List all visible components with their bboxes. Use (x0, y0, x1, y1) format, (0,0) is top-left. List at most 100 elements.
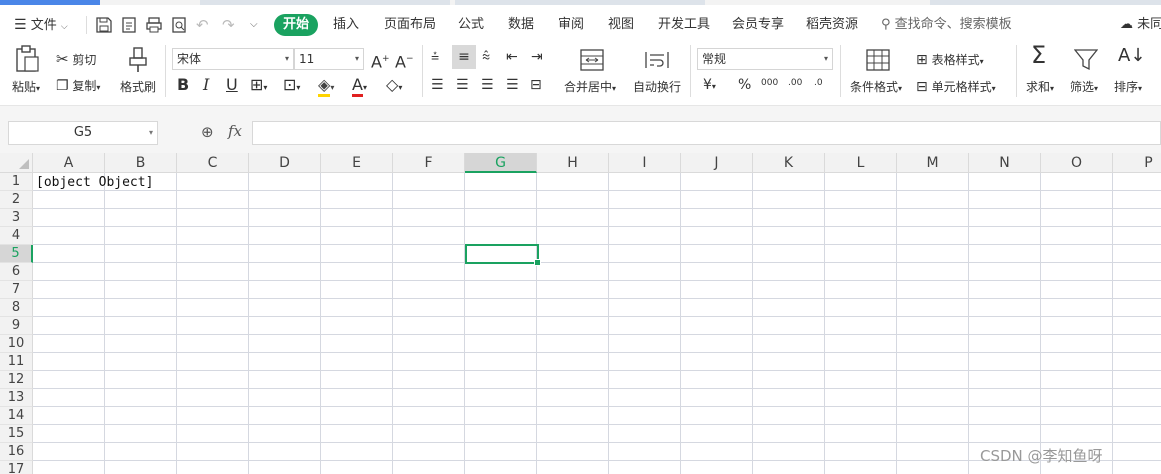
row-header-12[interactable]: 12 (0, 371, 33, 389)
quick-access-more-icon[interactable]: ⌵ (250, 15, 258, 35)
select-all-corner[interactable] (0, 153, 33, 173)
row-header-7[interactable]: 7 (0, 281, 33, 299)
row-header-3[interactable]: 3 (0, 209, 33, 227)
row-header-9[interactable]: 9 (0, 317, 33, 335)
column-header-h[interactable]: H (537, 153, 609, 173)
column-header-a[interactable]: A (33, 153, 105, 173)
column-header-j[interactable]: J (681, 153, 753, 173)
column-header-m[interactable]: M (897, 153, 969, 173)
tab-home[interactable]: 开始 (274, 14, 318, 36)
column-header-p[interactable]: P (1113, 153, 1161, 173)
column-header-f[interactable]: F (393, 153, 465, 173)
export-pdf-icon[interactable] (120, 16, 138, 34)
paste-icon[interactable] (14, 45, 40, 73)
column-header-g[interactable]: G (465, 153, 537, 173)
cell-style-icon[interactable]: ⊡▾ (283, 75, 300, 98)
command-search[interactable]: ⚲ 查找命令、搜索模板 (881, 15, 1012, 35)
column-header-i[interactable]: I (609, 153, 681, 173)
row-header-15[interactable]: 15 (0, 425, 33, 443)
print-icon[interactable] (145, 16, 163, 34)
tab-review[interactable]: 审阅 (558, 15, 584, 35)
name-box[interactable]: G5 ▾ (8, 121, 158, 145)
copy-button[interactable]: ❐ 复制▾ (56, 77, 100, 94)
row-header-10[interactable]: 10 (0, 335, 33, 353)
clear-format-icon[interactable]: ◇▾ (386, 75, 402, 98)
wrap-text-button[interactable]: 自动换行 (633, 78, 681, 95)
tab-view[interactable]: 视图 (608, 15, 634, 35)
italic-icon[interactable]: I (203, 75, 209, 95)
align-top-icon[interactable]: ⩮ (431, 47, 439, 67)
number-format-select[interactable]: 常规 ▾ (697, 48, 833, 70)
row-header-1[interactable]: 1 (0, 173, 33, 191)
format-painter-button[interactable]: 格式刷 (120, 78, 156, 95)
formula-input[interactable] (252, 121, 1161, 145)
align-bottom-icon[interactable]: ⩯ (482, 47, 490, 67)
paste-button[interactable]: 粘贴▾ (12, 78, 40, 95)
active-cell-selection[interactable] (465, 244, 541, 266)
bold-icon[interactable]: B (177, 75, 189, 95)
font-color-icon[interactable]: A▾ (352, 75, 367, 98)
fx-icon[interactable]: fx (228, 122, 242, 140)
thousands-separator-icon[interactable]: 000 (761, 73, 778, 93)
format-painter-icon[interactable] (128, 46, 148, 74)
tab-data[interactable]: 数据 (508, 15, 534, 35)
row-header-5[interactable]: 5 (0, 245, 33, 263)
increase-font-icon[interactable]: A+ (371, 49, 390, 72)
column-header-n[interactable]: N (969, 153, 1041, 173)
save-icon[interactable] (95, 16, 113, 34)
column-header-l[interactable]: L (825, 153, 897, 173)
row-header-6[interactable]: 6 (0, 263, 33, 281)
row-header-17[interactable]: 17 (0, 461, 33, 474)
cell-a1[interactable]: [object Object] (36, 175, 153, 191)
sum-button[interactable]: 求和▾ (1026, 78, 1054, 95)
merge-center-button[interactable]: 合并居中▾ (564, 78, 616, 95)
conditional-format-icon[interactable] (866, 49, 890, 71)
tab-formulas[interactable]: 公式 (458, 15, 484, 35)
row-header-14[interactable]: 14 (0, 407, 33, 425)
row-header-11[interactable]: 11 (0, 353, 33, 371)
decrease-indent-icon[interactable]: ⇤ (506, 47, 518, 67)
distribute-icon[interactable]: ⊟ (530, 75, 542, 95)
cut-button[interactable]: ✂ 剪切 (56, 50, 96, 68)
font-size-select[interactable]: 11 ▾ (294, 48, 364, 70)
merge-center-icon[interactable] (580, 49, 604, 71)
conditional-format-button[interactable]: 条件格式▾ (850, 78, 902, 95)
border-icon[interactable]: ⊞▾ (250, 75, 267, 98)
column-header-k[interactable]: K (753, 153, 825, 173)
underline-icon[interactable]: U (226, 75, 238, 95)
column-header-e[interactable]: E (321, 153, 393, 173)
increase-decimal-icon[interactable]: .00 (788, 73, 802, 93)
tab-member[interactable]: 会员专享 (732, 15, 784, 35)
column-header-c[interactable]: C (177, 153, 249, 173)
align-middle-icon[interactable]: ≡ (452, 45, 476, 69)
undo-icon[interactable]: ↶ (196, 15, 209, 35)
filter-icon[interactable] (1074, 49, 1098, 71)
table-style-button[interactable]: ⊞ 表格样式▾ (916, 51, 984, 68)
zoom-formula-icon[interactable]: ⊕ (201, 123, 214, 141)
row-header-4[interactable]: 4 (0, 227, 33, 245)
increase-indent-icon[interactable]: ⇥ (531, 47, 543, 67)
percent-icon[interactable]: % (738, 75, 751, 95)
tab-developer[interactable]: 开发工具 (658, 15, 710, 35)
tab-insert[interactable]: 插入 (333, 15, 359, 35)
sort-icon[interactable]: A↓ (1118, 46, 1145, 66)
file-menu[interactable]: ☰ 文件 ⌵ (14, 15, 68, 35)
tab-page-layout[interactable]: 页面布局 (384, 15, 436, 35)
currency-button[interactable]: ¥▾ (703, 75, 716, 97)
fill-color-icon[interactable]: ◈▾ (318, 75, 334, 98)
row-header-13[interactable]: 13 (0, 389, 33, 407)
font-name-select[interactable]: 宋体 ▾ (172, 48, 294, 70)
print-preview-icon[interactable] (170, 16, 188, 34)
cell-style-button[interactable]: ⊟ 单元格样式▾ (916, 78, 996, 95)
row-header-8[interactable]: 8 (0, 299, 33, 317)
column-header-o[interactable]: O (1041, 153, 1113, 173)
column-header-b[interactable]: B (105, 153, 177, 173)
align-right-icon[interactable]: ☰ (481, 75, 494, 95)
sum-icon[interactable]: Σ (1031, 43, 1046, 67)
sync-status[interactable]: ☁ 未同 (1120, 15, 1161, 35)
decrease-font-icon[interactable]: A− (395, 49, 414, 72)
column-header-d[interactable]: D (249, 153, 321, 173)
row-header-2[interactable]: 2 (0, 191, 33, 209)
decrease-decimal-icon[interactable]: .0 (814, 73, 823, 93)
sort-button[interactable]: 排序▾ (1114, 78, 1142, 95)
